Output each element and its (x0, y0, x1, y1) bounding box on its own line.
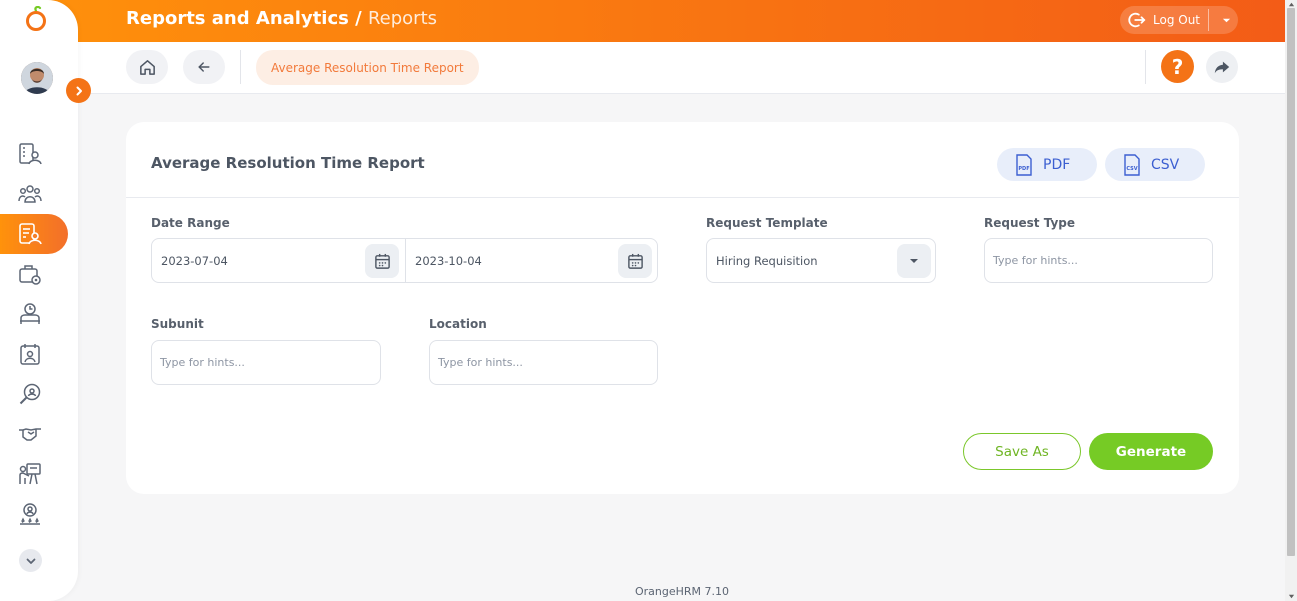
page-scrollbar[interactable] (1285, 0, 1297, 601)
save-as-button[interactable]: Save As (963, 433, 1081, 470)
report-card: Average Resolution Time Report PDF PDF C… (126, 122, 1239, 494)
sidebar-item-performance[interactable] (0, 494, 70, 534)
home-button[interactable] (126, 50, 168, 84)
sidebar-item-admin[interactable] (0, 254, 70, 294)
breadcrumb[interactable]: Average Resolution Time Report (256, 50, 479, 85)
request-template-select[interactable]: Hiring Requisition (706, 238, 936, 283)
date-to-calendar-button[interactable] (618, 244, 652, 278)
logout-button[interactable]: Log Out (1120, 6, 1238, 34)
csv-button[interactable]: CSV CSV (1105, 148, 1205, 181)
sidebar-item-directory[interactable] (0, 134, 70, 174)
request-template-label: Request Template (706, 216, 828, 230)
time-icon (20, 303, 40, 324)
home-icon (139, 59, 155, 75)
csv-file-icon: CSV (1124, 153, 1140, 176)
sidebar-item-reports[interactable] (0, 214, 68, 254)
sidebar-item-people[interactable] (0, 174, 70, 214)
date-range-field: 2023-07-04 2023-10-04 (151, 238, 658, 283)
generate-button[interactable]: Generate (1089, 433, 1213, 470)
date-range-label: Date Range (151, 216, 230, 230)
date-from-input[interactable]: 2023-07-04 (161, 254, 228, 268)
help-label: ? (1171, 54, 1184, 79)
request-type-label: Request Type (984, 216, 1076, 230)
sidebar-item-leave[interactable] (0, 334, 70, 374)
report-title: Average Resolution Time Report (151, 154, 425, 172)
scroll-down-arrow[interactable] (1287, 592, 1295, 600)
request-type-placeholder: Type for hints... (993, 254, 1078, 267)
request-template-value: Hiring Requisition (716, 254, 818, 268)
chevron-right-icon (76, 86, 82, 95)
page-subtitle: Reports (367, 8, 438, 29)
subunit-label: Subunit (151, 317, 204, 331)
svg-text:CSV: CSV (1126, 166, 1137, 172)
help-button[interactable]: ? (1161, 50, 1194, 83)
chevron-down-icon (26, 558, 35, 564)
reports-icon (19, 223, 42, 245)
avatar[interactable] (21, 62, 53, 94)
directory-icon (19, 143, 42, 165)
logout-label: Log Out (1153, 13, 1201, 27)
breadcrumb-divider (240, 50, 241, 84)
calendar-icon (374, 253, 390, 269)
sidebar-expand-button[interactable] (66, 78, 91, 103)
header-bar: Reports and Analytics / Reports Log Out (0, 0, 1285, 42)
people-icon (18, 185, 42, 203)
pdf-file-icon: PDF (1016, 153, 1032, 176)
sidebar-item-time[interactable] (0, 294, 70, 334)
share-arrow-icon (1214, 61, 1230, 74)
arrow-left-icon (198, 62, 210, 72)
scrollbar-thumb[interactable] (1287, 8, 1295, 556)
toolbar-divider (1145, 50, 1146, 84)
logout-icon (1126, 9, 1148, 31)
sidebar-more-button[interactable] (19, 549, 42, 572)
svg-text:PDF: PDF (1018, 166, 1029, 172)
subunit-input[interactable]: Type for hints... (151, 340, 381, 385)
training-icon (19, 463, 41, 485)
sidebar-item-recruitment[interactable] (0, 374, 70, 414)
request-type-input[interactable]: Type for hints... (984, 238, 1213, 283)
logout-dropdown-icon[interactable] (1216, 6, 1236, 34)
logout-divider (1208, 9, 1209, 31)
card-header: Average Resolution Time Report PDF PDF C… (126, 122, 1239, 198)
page-title: Reports and Analytics / Reports (126, 8, 437, 29)
pdf-label: PDF (1043, 156, 1071, 173)
recruitment-search-icon (19, 383, 41, 405)
onboarding-handshake-icon (19, 428, 41, 441)
date-to-input[interactable]: 2023-10-04 (415, 254, 482, 268)
pdf-button[interactable]: PDF PDF (997, 148, 1097, 181)
date-from-calendar-button[interactable] (365, 244, 399, 278)
orangehrm-logo[interactable] (24, 5, 48, 32)
share-button[interactable] (1206, 51, 1238, 83)
leave-calendar-icon (20, 344, 40, 365)
breadcrumb-bar: Average Resolution Time Report ? (78, 42, 1285, 94)
settings-briefcase-icon (19, 265, 41, 285)
performance-award-icon (20, 503, 40, 525)
caret-down-icon (910, 259, 918, 263)
subunit-placeholder: Type for hints... (160, 356, 245, 369)
sidebar-item-training[interactable] (0, 454, 70, 494)
date-range-divider (405, 239, 406, 282)
location-input[interactable]: Type for hints... (429, 340, 658, 385)
request-template-dropdown-button[interactable] (897, 244, 931, 278)
footer-version: OrangeHRM 7.10 (635, 585, 730, 598)
module-title: Reports and Analytics / (126, 8, 362, 29)
location-placeholder: Type for hints... (438, 356, 523, 369)
back-button[interactable] (183, 50, 225, 84)
scroll-up-arrow[interactable] (1287, 0, 1295, 8)
sidebar-item-onboarding[interactable] (0, 414, 70, 454)
location-label: Location (429, 317, 487, 331)
calendar-icon (627, 253, 643, 269)
csv-label: CSV (1151, 156, 1180, 173)
